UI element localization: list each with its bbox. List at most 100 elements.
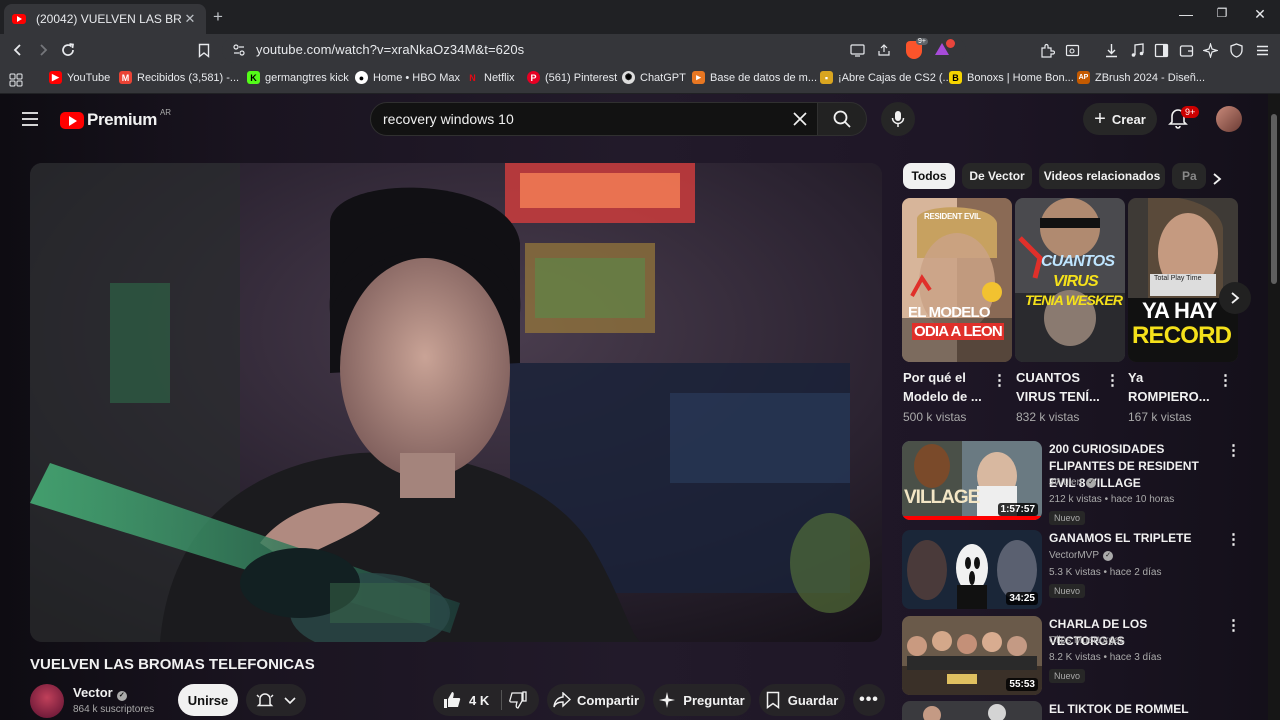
youtube-premium-logo[interactable]: Premium AR [60, 108, 171, 130]
cast-icon[interactable] [850, 43, 865, 62]
short-views: 832 k vistas [1016, 410, 1080, 424]
back-icon[interactable] [8, 40, 28, 60]
dislike-button[interactable] [509, 691, 527, 712]
create-button[interactable]: + Crear [1083, 103, 1157, 135]
related-video-channel[interactable]: JWulen ✓ [1049, 477, 1097, 488]
short-menu-icon[interactable]: ⋮ [992, 373, 1007, 388]
account-avatar[interactable] [1216, 106, 1242, 132]
bookmark-gmail[interactable]: M Recibidos (3,581) -... [119, 71, 239, 84]
related-video-meta: 212 k vistas • hace 10 horas [1049, 494, 1175, 505]
short-title[interactable]: Ya ROMPIERO... [1128, 368, 1214, 406]
video-menu-icon[interactable]: ⋮ [1226, 532, 1241, 547]
restore-icon[interactable]: ❐ [1212, 6, 1232, 20]
minimize-icon[interactable]: — [1176, 6, 1196, 22]
bookmark-netflix[interactable]: N Netflix [466, 71, 514, 84]
short-thumb-text: CUANTOS [1041, 253, 1115, 270]
menu-icon[interactable] [1252, 40, 1272, 60]
chip-all[interactable]: Todos [903, 163, 955, 189]
related-video-title[interactable]: EL TIKTOK DE ROMMEL [1049, 701, 1219, 718]
short-title[interactable]: CUANTOS VIRUS TENÍ... [1016, 368, 1102, 406]
notifications-badge: 9+ [1181, 106, 1200, 118]
like-button[interactable]: 4 K [443, 691, 489, 709]
scrollbar-thumb[interactable] [1271, 114, 1277, 284]
short-thumbnail[interactable]: RESIDENT EVIL EL MODELO ODIA A LEON [902, 198, 1012, 362]
clear-search-icon[interactable] [793, 112, 807, 131]
bookmark-zbrush[interactable]: AP ZBrush 2024 - Diseñ... [1077, 71, 1205, 84]
related-video-thumbnail[interactable] [902, 701, 1042, 720]
ask-button[interactable]: Preguntar [653, 684, 751, 716]
bookmark-database[interactable]: ▸ Base de datos de m... [692, 71, 817, 84]
bookmark-youtube[interactable]: ▶ YouTube [49, 71, 110, 84]
page-scrollbar[interactable] [1268, 94, 1280, 720]
hbo-icon: ● [355, 71, 368, 84]
bookmark-kick[interactable]: Kgermangtres kick [247, 71, 349, 84]
bookmark-label: Recibidos (3,581) -... [137, 71, 240, 84]
short-thumbnail[interactable]: Total Play Time YA HAY RECORD [1128, 198, 1238, 362]
video-player[interactable] [30, 163, 882, 642]
new-tab-icon[interactable]: + [213, 7, 223, 27]
search-button[interactable] [817, 102, 867, 136]
tab-search-icon[interactable] [1062, 40, 1082, 60]
leo-ai-icon[interactable] [1200, 40, 1220, 60]
youtube-logo-icon [60, 111, 84, 129]
channel-name[interactable]: Vector ✓ [73, 685, 127, 701]
search-box[interactable]: recovery windows 10 [370, 102, 818, 136]
chip-label: Pa [1182, 169, 1197, 183]
short-thumbnail[interactable]: CUANTOS VIRUS TENIA WESKER [1015, 198, 1125, 362]
reload-icon[interactable] [58, 40, 78, 60]
browser-tab[interactable]: (20042) VUELVEN LAS BROMAS TELEFONICAS ✕ [4, 4, 206, 34]
search-input[interactable]: recovery windows 10 [383, 111, 514, 127]
related-video-thumbnail[interactable]: 55:53 [902, 616, 1042, 695]
video-menu-icon[interactable]: ⋮ [1226, 443, 1241, 458]
short-title[interactable]: Por qué el Modelo de ... [903, 368, 989, 406]
bookmark-pinterest[interactable]: P (561) Pinterest [527, 71, 617, 84]
video-duration: 34:25 [1006, 592, 1038, 605]
related-video-title[interactable]: GANAMOS EL TRIPLETE [1049, 530, 1219, 547]
voice-search-button[interactable] [881, 102, 915, 136]
vpn-icon[interactable] [1226, 40, 1246, 60]
bookmark-label: YouTube [67, 71, 111, 84]
chips-next-icon[interactable] [1211, 172, 1223, 191]
related-video-channel[interactable]: VectorMVP ✓ [1049, 550, 1114, 561]
related-video-thumbnail[interactable]: VILLAGE 1:57:57 [902, 441, 1042, 520]
save-button[interactable]: Guardar [759, 684, 845, 716]
share-button[interactable]: Compartir [547, 684, 645, 716]
bookmark-page-icon[interactable] [194, 40, 214, 60]
media-controls-icon[interactable] [1127, 40, 1147, 60]
chip-partial[interactable]: Pa [1172, 163, 1206, 189]
extensions-icon[interactable] [1037, 40, 1057, 60]
join-label: Unirse [187, 692, 229, 708]
bookmark-chatgpt[interactable]: ✺ ChatGPT [622, 71, 686, 84]
downloads-icon[interactable] [1101, 40, 1121, 60]
subscribed-notifications-button[interactable] [246, 684, 306, 716]
channel-name-text: Vector [73, 685, 113, 700]
guide-menu-icon[interactable] [21, 111, 39, 132]
chip-from-channel[interactable]: De Vector [962, 163, 1032, 189]
shorts-next-button[interactable] [1219, 282, 1251, 314]
bookmark-bonoxs[interactable]: B Bonoxs | Home Bon... [949, 71, 1074, 84]
related-video-channel[interactable]: Clips Muertorgas [1049, 635, 1125, 646]
chip-related[interactable]: Videos relacionados [1039, 163, 1165, 189]
forward-icon[interactable] [33, 40, 53, 60]
short-menu-icon[interactable]: ⋮ [1218, 373, 1233, 388]
sidebar-toggle-icon[interactable] [1151, 40, 1171, 60]
short-thumb-text: EL MODELO [908, 304, 991, 321]
new-badge: Nuevo [1049, 669, 1086, 683]
apps-grid-icon[interactable] [9, 73, 23, 92]
bookmark-hbo[interactable]: ● Home • HBO Max [355, 71, 460, 84]
join-button[interactable]: Unirse [178, 684, 238, 716]
close-tab-icon[interactable]: ✕ [182, 11, 198, 27]
site-settings-icon[interactable] [232, 43, 246, 62]
short-menu-icon[interactable]: ⋮ [1105, 373, 1120, 388]
more-actions-button[interactable]: ••• [853, 684, 885, 716]
verified-icon: ✓ [116, 691, 127, 701]
channel-avatar[interactable] [30, 684, 64, 718]
close-window-icon[interactable]: ✕ [1250, 6, 1270, 23]
share-page-icon[interactable] [877, 43, 891, 62]
wallet-icon[interactable] [1176, 40, 1196, 60]
video-menu-icon[interactable]: ⋮ [1226, 618, 1241, 633]
related-video-thumbnail[interactable]: 34:25 [902, 530, 1042, 609]
bookmark-cs2[interactable]: ▪ ¡Abre Cajas de CS2 (... [820, 71, 952, 84]
address-bar[interactable]: youtube.com/watch?v=xraNkaOz34M&t=620s 9… [222, 37, 966, 63]
cs2-icon: ▪ [820, 71, 833, 84]
